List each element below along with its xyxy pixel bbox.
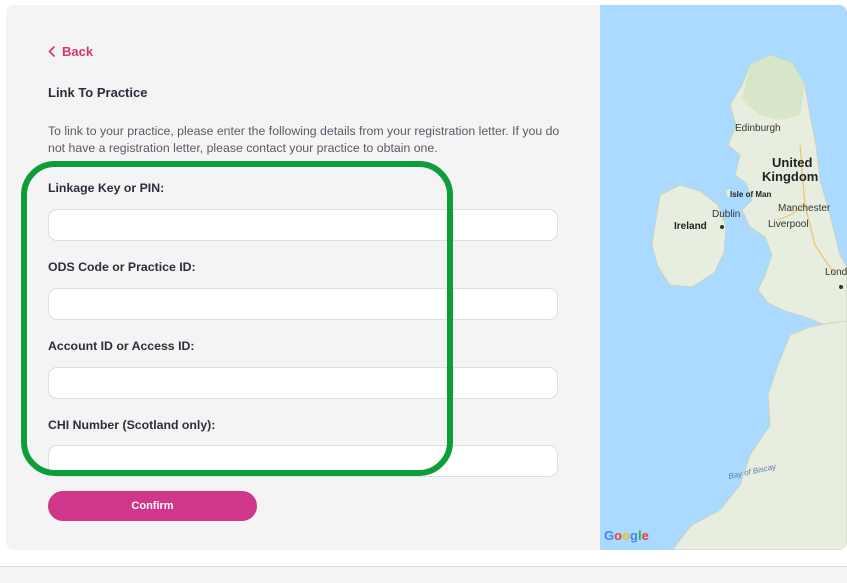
account-id-input[interactable] bbox=[48, 367, 558, 399]
map-label-dublin: Dublin bbox=[712, 209, 741, 220]
ods-code-input[interactable] bbox=[48, 288, 558, 320]
chi-number-label: CHI Number (Scotland only): bbox=[48, 418, 216, 432]
map-label-united: United bbox=[772, 155, 813, 170]
map-label-edinburgh: Edinburgh bbox=[735, 123, 781, 134]
map-label-manchester: Manchester bbox=[778, 203, 831, 214]
google-logo[interactable]: Google bbox=[604, 528, 649, 543]
ods-code-label: ODS Code or Practice ID: bbox=[48, 260, 196, 274]
map-panel[interactable]: Edinburgh United Kingdom Isle of Man Dub… bbox=[600, 5, 847, 550]
back-link[interactable]: Back bbox=[48, 44, 93, 59]
account-id-label: Account ID or Access ID: bbox=[48, 339, 195, 353]
google-logo-letter: e bbox=[641, 528, 649, 543]
page-title: Link To Practice bbox=[48, 85, 148, 100]
map-label-ireland: Ireland bbox=[674, 221, 707, 232]
link-practice-card: Back Link To Practice To link to your pr… bbox=[6, 5, 847, 550]
google-logo-letter: o bbox=[614, 528, 623, 543]
linkage-key-label: Linkage Key or PIN: bbox=[48, 181, 165, 195]
chi-number-input[interactable] bbox=[48, 445, 558, 477]
ireland-shape bbox=[651, 184, 727, 288]
google-logo-letter: g bbox=[630, 528, 638, 543]
map-label-liverpool: Liverpool bbox=[768, 219, 809, 230]
google-logo-letter: G bbox=[604, 528, 615, 543]
form-panel: Back Link To Practice To link to your pr… bbox=[6, 5, 600, 550]
confirm-button[interactable]: Confirm bbox=[48, 491, 257, 521]
footer-bar bbox=[0, 566, 847, 583]
instructions-text: To link to your practice, please enter t… bbox=[48, 124, 560, 155]
linkage-key-input[interactable] bbox=[48, 209, 558, 241]
london-dot bbox=[839, 285, 843, 289]
chevron-left-icon bbox=[48, 46, 55, 57]
france-shape bbox=[671, 320, 847, 550]
back-label: Back bbox=[62, 44, 94, 59]
google-logo-letter: o bbox=[622, 528, 631, 543]
map-label-london: Lond bbox=[825, 267, 847, 278]
map-label-isle-of-man: Isle of Man bbox=[730, 190, 772, 199]
map-graphic bbox=[651, 54, 847, 550]
map-label-kingdom: Kingdom bbox=[762, 169, 819, 184]
dublin-dot bbox=[720, 225, 724, 229]
